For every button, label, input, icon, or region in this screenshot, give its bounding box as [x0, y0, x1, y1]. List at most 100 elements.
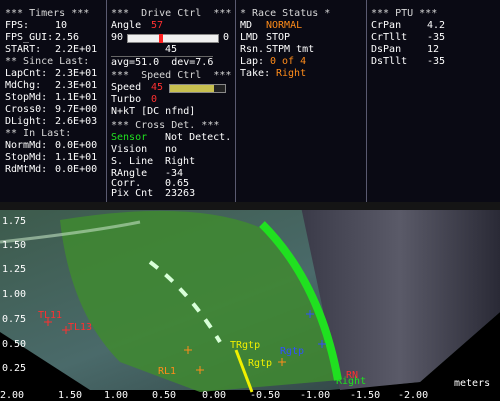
dstilt-value: -35 — [427, 56, 446, 67]
x-tick-label: 0.00 — [202, 390, 227, 401]
angle-bar-right-label: 0 — [223, 32, 230, 43]
take-label: Take: — [240, 68, 271, 79]
sline-value: Right — [165, 156, 196, 167]
dstilt-label: DsTllt — [371, 56, 408, 67]
camera-view: 1.75 1.50 1.25 1.00 0.75 0.50 0.25 TL11 … — [0, 202, 500, 400]
y-tick-label: 0.50 — [2, 339, 27, 350]
stopmd2-value: 1.1E+01 — [55, 152, 98, 163]
start-value: 2.2E+01 — [55, 44, 98, 55]
angle-bar-mid-label: 45 — [165, 44, 178, 55]
x-tick-label: -0.50 — [250, 390, 281, 401]
mdchg-label: MdChg: — [5, 80, 42, 91]
x-tick-label: 1.00 — [104, 390, 129, 401]
crtilt-value: -35 — [427, 32, 446, 43]
tl11-label: TL11 — [38, 310, 63, 321]
lap-label: Lap: — [240, 56, 265, 67]
race-status-header: * Race Status * — [240, 8, 331, 19]
race-status-panel: * Race Status * MD NORMAL LMD STOP Rsn. … — [236, 0, 366, 202]
drive-ctrl-header: *** Drive Ctrl *** — [111, 8, 232, 19]
timers-panel: *** Timers *** FPS: 10 FPS_GUI: 2.56 STA… — [0, 0, 106, 202]
pixcnt-value: 23263 — [165, 188, 196, 199]
timers-header: *** Timers *** — [5, 8, 90, 19]
y-tick-label: 1.50 — [2, 240, 27, 251]
y-tick-label: 0.75 — [2, 314, 27, 325]
speed-label: Speed — [111, 82, 142, 93]
top-fringe — [0, 202, 500, 210]
md-label: MD — [240, 20, 253, 31]
y-tick-label: 1.75 — [2, 216, 27, 227]
trgtp-label: TRgtp — [230, 340, 261, 351]
speed-bar-fill — [170, 85, 214, 92]
x-tick-label: 1.50 — [58, 390, 83, 401]
stopmd-label: StopMd: — [5, 92, 48, 103]
x-axis-unit: meters — [454, 378, 491, 389]
rdmtmd-value: 0.0E+00 — [55, 164, 98, 175]
dlight-value: 2.6E+03 — [55, 116, 98, 127]
cross-det-header: *** Cross Det. *** — [111, 120, 220, 131]
lap-value: 0 of 4 — [270, 56, 307, 67]
vision-value: no — [165, 144, 178, 155]
angle-label: Angle — [111, 20, 142, 31]
stopmd-value: 1.1E+01 — [55, 92, 98, 103]
normmd-value: 0.0E+00 — [55, 140, 98, 151]
sensor-value: Not Detect. — [165, 132, 232, 143]
crpan-value: 4.2 — [427, 20, 446, 31]
sline-label: S. Line — [111, 156, 154, 167]
y-tick-label: 1.00 — [2, 289, 27, 300]
stopmd2-label: StopMd: — [5, 152, 48, 163]
rdmtmd-label: RdMtMd: — [5, 164, 48, 175]
rsn-label: Rsn. — [240, 44, 265, 55]
cross0-value: 9.7E+00 — [55, 104, 98, 115]
cross0-label: Cross0: — [5, 104, 48, 115]
fps-gui-value: 2.56 — [55, 32, 80, 43]
lmd-value: STOP — [266, 32, 291, 43]
dspan-value: 12 — [427, 44, 440, 55]
ptu-header: *** PTU *** — [371, 8, 438, 19]
camera-scene-svg — [0, 202, 500, 400]
tl13-label: TL13 — [68, 322, 93, 333]
crpan-label: CrPan — [371, 20, 402, 31]
right-label: Right — [336, 376, 367, 387]
turbo-label: Turbo — [111, 94, 142, 105]
angle-value: 57 — [151, 20, 164, 31]
angle-marker — [159, 34, 164, 43]
x-tick-label: 2.00 — [0, 390, 25, 401]
speed-ctrl-header: *** Speed Ctrl *** — [111, 70, 232, 81]
nkt-text: N+kT [DC nfnd] — [111, 106, 196, 117]
speed-value: 45 — [151, 82, 164, 93]
lmd-label: LMD — [240, 32, 259, 43]
drive-ctrl-panel: *** Drive Ctrl *** Angle 57 90 0 45 avg=… — [107, 0, 235, 202]
mdchg-value: 2.3E+01 — [55, 80, 98, 91]
x-tick-label: -1.50 — [350, 390, 381, 401]
fps-label: FPS: — [5, 20, 30, 31]
y-tick-label: 0.25 — [2, 363, 27, 374]
x-tick-label: 0.50 — [152, 390, 177, 401]
dlight-label: DLight: — [5, 116, 48, 127]
normmd-label: NormMd: — [5, 140, 48, 151]
x-tick-label: -2.00 — [398, 390, 429, 401]
start-label: START: — [5, 44, 42, 55]
crtilt-label: CrTllt — [371, 32, 408, 43]
since-last-header: ** Since Last: — [5, 56, 90, 67]
fps-value: 10 — [55, 20, 68, 31]
take-value: Right — [276, 68, 307, 79]
angle-bar-left-label: 90 — [111, 32, 124, 43]
vision-label: Vision — [111, 144, 148, 155]
turbo-value: 0 — [151, 94, 158, 105]
angle-bar — [127, 34, 219, 43]
rl1-label: RL1 — [158, 366, 177, 377]
rgtp-label: Rgtp — [248, 358, 273, 369]
md-value: NORMAL — [266, 20, 303, 31]
lapcnt-label: LapCnt: — [5, 68, 48, 79]
ptu-panel: *** PTU *** CrPan 4.2 CrTllt -35 DsPan 1… — [367, 0, 500, 202]
y-tick-label: 1.25 — [2, 264, 27, 275]
dspan-label: DsPan — [371, 44, 402, 55]
x-tick-label: -1.00 — [300, 390, 331, 401]
in-last-header: ** In Last: — [5, 128, 72, 139]
sensor-label: Sensor — [111, 132, 148, 143]
lapcnt-value: 2.3E+01 — [55, 68, 98, 79]
avg-dev-text: avg=51.0 dev=7.6 — [111, 56, 214, 68]
fps-gui-label: FPS_GUI: — [5, 32, 54, 43]
speed-bar — [169, 84, 226, 93]
pixcnt-label: Pix Cnt — [111, 188, 154, 199]
